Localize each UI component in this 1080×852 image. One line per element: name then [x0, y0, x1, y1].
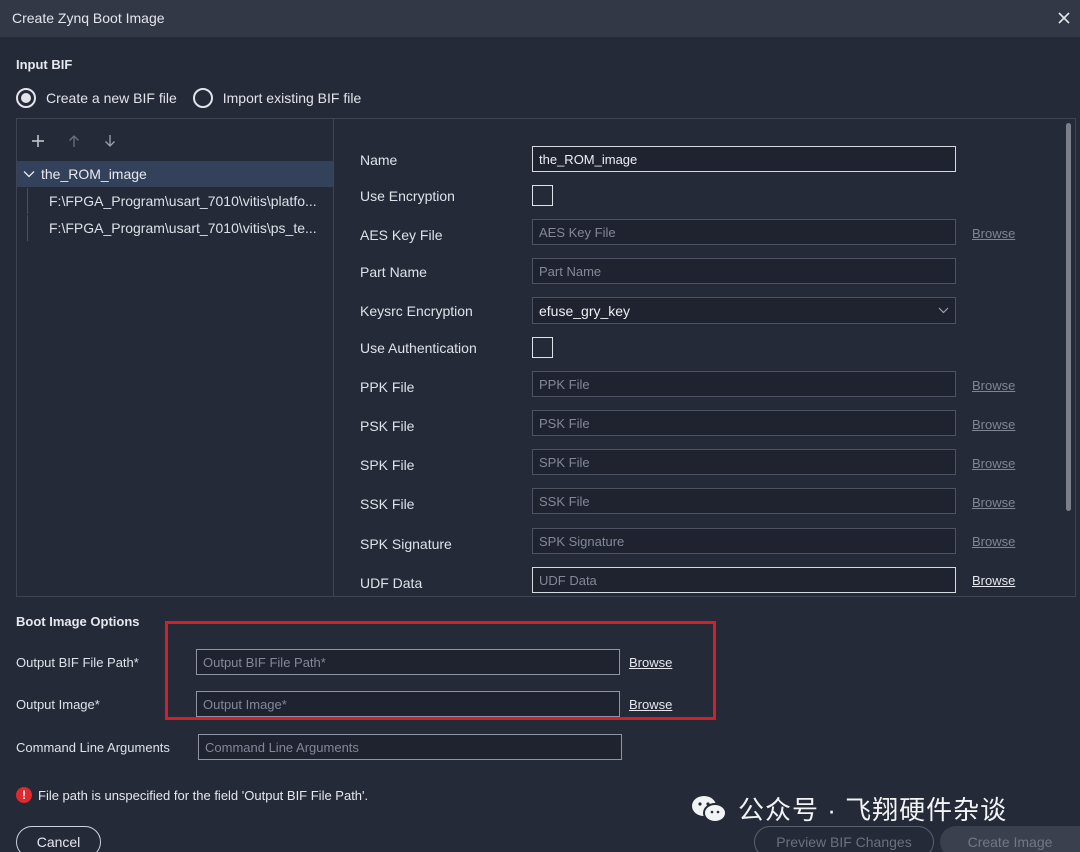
- ppk-file-label: PPK File: [360, 379, 415, 395]
- command-line-args-label: Command Line Arguments: [16, 740, 170, 755]
- use-encryption-label: Use Encryption: [360, 188, 455, 204]
- keysrc-encryption-value: efuse_gry_key: [539, 302, 631, 319]
- name-label: Name: [360, 152, 398, 168]
- psk-file-label: PSK File: [360, 418, 415, 434]
- udf-data-label: UDF Data: [360, 575, 423, 591]
- spk-signature-input[interactable]: [532, 528, 956, 554]
- udf-data-input[interactable]: [532, 567, 956, 593]
- spk-file-label: SPK File: [360, 457, 415, 473]
- psk-file-browse-link[interactable]: Browse: [972, 417, 1015, 432]
- tree-node-child[interactable]: F:\FPGA_Program\usart_7010\vitis\platfo.…: [17, 188, 333, 214]
- ssk-file-input[interactable]: [532, 488, 956, 514]
- tree-node-child[interactable]: F:\FPGA_Program\usart_7010\vitis\ps_te..…: [17, 215, 333, 241]
- output-image-browse-link[interactable]: Browse: [629, 697, 672, 712]
- output-bif-path-browse-link[interactable]: Browse: [629, 655, 672, 670]
- preview-bif-changes-button[interactable]: Preview BIF Changes: [754, 826, 934, 852]
- name-input[interactable]: [532, 146, 956, 172]
- arrow-up-icon: [69, 135, 79, 147]
- spk-file-input[interactable]: [532, 449, 956, 475]
- output-image-label: Output Image*: [16, 697, 100, 712]
- radio-import-existing-bif[interactable]: Import existing BIF file: [192, 88, 362, 108]
- move-up-button[interactable]: [63, 131, 85, 151]
- error-message: File path is unspecified for the field '…: [38, 787, 369, 803]
- create-image-button[interactable]: Create Image: [940, 826, 1080, 852]
- aes-key-file-label: AES Key File: [360, 227, 443, 243]
- tree-node-root[interactable]: the_ROM_image: [17, 161, 333, 187]
- keysrc-encryption-select[interactable]: efuse_gry_key: [532, 297, 956, 324]
- radio-create-new-bif-label: Create a new BIF file: [46, 90, 177, 106]
- radio-import-existing-bif-label: Import existing BIF file: [222, 90, 362, 106]
- chevron-down-icon: [938, 307, 949, 314]
- use-authentication-checkbox[interactable]: [532, 337, 553, 358]
- window-title: Create Zynq Boot Image: [12, 10, 165, 26]
- close-icon: [1058, 12, 1070, 24]
- ssk-file-browse-link[interactable]: Browse: [972, 495, 1015, 510]
- aes-key-file-browse-link[interactable]: Browse: [972, 226, 1015, 241]
- keysrc-encryption-label: Keysrc Encryption: [360, 303, 473, 319]
- tree-node-root-label: the_ROM_image: [41, 166, 147, 182]
- tree-toolbar: [27, 131, 135, 151]
- form-scrollbar[interactable]: [1066, 123, 1071, 511]
- output-bif-path-input[interactable]: [196, 649, 620, 675]
- psk-file-input[interactable]: [532, 410, 956, 436]
- ssk-file-label: SSK File: [360, 496, 415, 512]
- watermark-text: 公众号 · 飞翔硬件杂谈: [738, 795, 1008, 825]
- plus-icon: [32, 135, 44, 147]
- radio-unselected-icon: [192, 88, 213, 108]
- arrow-down-icon: [105, 135, 115, 147]
- wechat-icon: [692, 795, 727, 823]
- radio-create-new-bif[interactable]: Create a new BIF file: [16, 88, 177, 108]
- partition-properties-panel: Name Use Encryption AES Key File Browse …: [334, 118, 1076, 597]
- error-icon: !: [16, 787, 32, 803]
- boot-image-options-heading: Boot Image Options: [16, 614, 140, 629]
- partition-tree-panel: the_ROM_image F:\FPGA_Program\usart_7010…: [16, 118, 334, 597]
- move-down-button[interactable]: [99, 131, 121, 151]
- ppk-file-browse-link[interactable]: Browse: [972, 378, 1015, 393]
- cancel-button[interactable]: Cancel: [16, 826, 101, 852]
- bif-mode-radio-group: Create a new BIF file Import existing BI…: [16, 88, 377, 108]
- command-line-args-input[interactable]: [198, 734, 622, 760]
- watermark: 公众号 · 飞翔硬件杂谈: [690, 790, 1007, 827]
- spk-signature-label: SPK Signature: [360, 536, 452, 552]
- spk-file-browse-link[interactable]: Browse: [972, 456, 1015, 471]
- title-bar: Create Zynq Boot Image: [0, 0, 1080, 37]
- ppk-file-input[interactable]: [532, 371, 956, 397]
- output-bif-path-label: Output BIF File Path*: [16, 655, 139, 670]
- close-button[interactable]: [1054, 8, 1074, 28]
- udf-data-browse-link[interactable]: Browse: [972, 573, 1015, 588]
- radio-selected-icon: [16, 88, 36, 108]
- validation-error: ! File path is unspecified for the field…: [16, 787, 368, 803]
- spk-signature-browse-link[interactable]: Browse: [972, 534, 1015, 549]
- part-name-input[interactable]: [532, 258, 956, 284]
- use-encryption-checkbox[interactable]: [532, 185, 553, 206]
- tree-node-child-label: F:\FPGA_Program\usart_7010\vitis\platfo.…: [49, 193, 317, 209]
- use-authentication-label: Use Authentication: [360, 340, 477, 356]
- aes-key-file-input[interactable]: [532, 219, 956, 245]
- chevron-down-icon: [23, 170, 35, 178]
- add-partition-button[interactable]: [27, 131, 49, 151]
- input-bif-heading: Input BIF: [16, 57, 73, 72]
- part-name-label: Part Name: [360, 264, 427, 280]
- tree-node-child-label: F:\FPGA_Program\usart_7010\vitis\ps_te..…: [49, 220, 317, 236]
- output-image-input[interactable]: [196, 691, 620, 717]
